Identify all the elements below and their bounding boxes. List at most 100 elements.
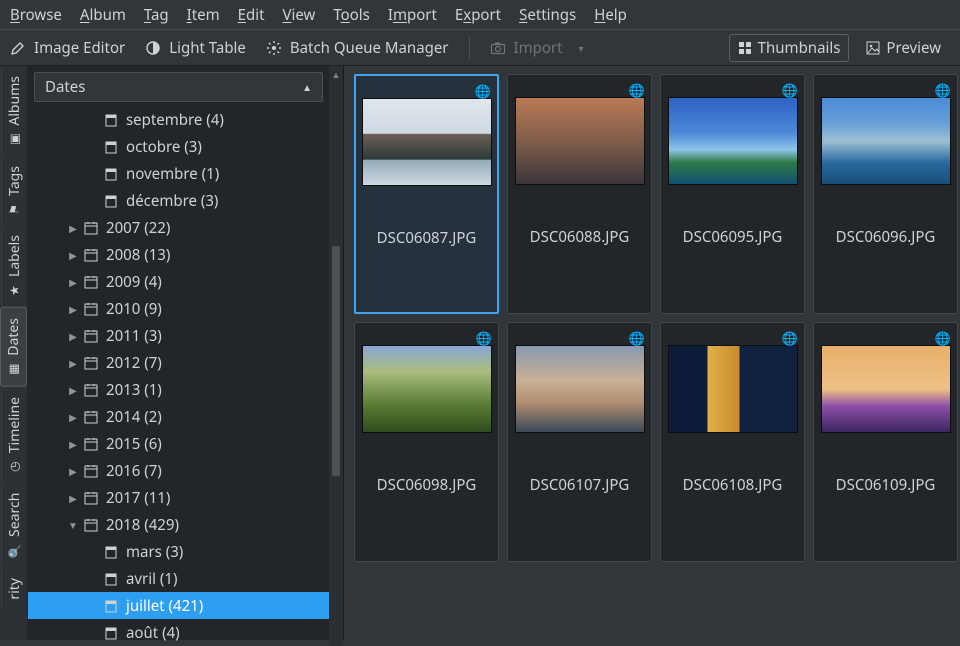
calendar-icon bbox=[84, 437, 102, 451]
tree-row[interactable]: ▶2013 (1) bbox=[28, 376, 329, 403]
tree-row[interactable]: ▶2014 (2) bbox=[28, 403, 329, 430]
menu-album[interactable]: Album bbox=[80, 5, 126, 25]
thumbnails-toggle[interactable]: Thumbnails bbox=[729, 34, 850, 62]
rail-tab-albums[interactable]: ▣Albums bbox=[1, 66, 27, 156]
rail-tab-tags[interactable]: ⚑Tags bbox=[1, 156, 27, 226]
tree-row[interactable]: ▶ 2015 (6) bbox=[28, 430, 329, 457]
tree-label: 2018 (429) bbox=[106, 515, 179, 535]
expander-icon[interactable]: ▶ bbox=[66, 356, 80, 370]
expander-icon[interactable]: ▶ bbox=[66, 410, 80, 424]
sidebar-header[interactable]: Dates ▲ bbox=[34, 72, 323, 102]
tree-row[interactable]: ▶ 2009 (4) bbox=[28, 268, 329, 295]
thumbnail-cell[interactable]: 🌐DSC06087.JPG bbox=[354, 74, 499, 314]
menu-tag[interactable]: Tag bbox=[144, 5, 169, 25]
expander-icon[interactable]: ▶ bbox=[66, 437, 80, 451]
dates-tree[interactable]: septembre (4)octobre (3)novembre (1)déce… bbox=[28, 104, 329, 646]
tree-label: 2009 (4) bbox=[106, 272, 162, 292]
thumbnail-filename: DSC06107.JPG bbox=[530, 475, 630, 495]
thumbnail-image bbox=[515, 97, 645, 185]
menu-settings[interactable]: Settings bbox=[519, 5, 576, 25]
tree-row[interactable]: ▶2010 (9) bbox=[28, 295, 329, 322]
globe-icon: 🌐 bbox=[629, 81, 645, 99]
batch-queue-button[interactable]: Batch Queue Manager bbox=[266, 38, 449, 58]
image-editor-button[interactable]: Image Editor bbox=[10, 38, 125, 58]
thumbnail-cell[interactable]: 🌐DSC06108.JPG bbox=[660, 322, 805, 562]
expander-icon[interactable]: ▶ bbox=[66, 275, 80, 289]
calendar-icon bbox=[84, 302, 102, 316]
tree-label: 2016 (7) bbox=[106, 461, 162, 481]
expander-icon[interactable]: ▶ bbox=[66, 383, 80, 397]
expander-icon[interactable]: ▶ bbox=[66, 464, 80, 478]
search-icon: 🔍 bbox=[7, 543, 22, 560]
tree-row[interactable]: ▶2007 (22) bbox=[28, 214, 329, 241]
tree-row[interactable]: juillet (421) bbox=[28, 592, 329, 619]
expander-icon[interactable]: ▶ bbox=[66, 302, 80, 316]
menu-browse[interactable]: Browse bbox=[10, 5, 62, 25]
menu-tools[interactable]: Tools bbox=[333, 5, 370, 25]
menu-view[interactable]: View bbox=[283, 5, 316, 25]
calendar-icon bbox=[84, 275, 102, 289]
thumbnail-image bbox=[821, 97, 951, 185]
tree-row[interactable]: avril (1) bbox=[28, 565, 329, 592]
expander-icon[interactable]: ▶ bbox=[66, 221, 80, 235]
tree-row[interactable]: ▶2011 (3) bbox=[28, 322, 329, 349]
tree-row[interactable]: ▼ 2018 (429) bbox=[28, 511, 329, 538]
thumbnail-cell[interactable]: 🌐 DSC06088.JPG bbox=[507, 74, 652, 314]
calendar-page-icon bbox=[104, 572, 122, 586]
light-table-label: Light Table bbox=[169, 38, 246, 58]
calendar-icon bbox=[84, 410, 102, 424]
thumbnail-cell[interactable]: 🌐DSC06107.JPG bbox=[507, 322, 652, 562]
preview-label: Preview bbox=[886, 38, 941, 58]
thumbnail-image bbox=[821, 345, 951, 433]
import-button[interactable]: Import ▾ bbox=[490, 38, 584, 58]
sidebar-scrollbar[interactable]: ▲ bbox=[329, 66, 343, 646]
thumbnail-cell[interactable]: 🌐DSC06096.JPG bbox=[813, 74, 958, 314]
rail-tab-labels[interactable]: ★Labels bbox=[1, 225, 27, 307]
menu-edit[interactable]: Edit bbox=[238, 5, 265, 25]
tree-row[interactable]: septembre (4) bbox=[28, 106, 329, 133]
expander-icon[interactable]: ▶ bbox=[66, 248, 80, 262]
tree-row[interactable]: mars (3) bbox=[28, 538, 329, 565]
expander-icon[interactable]: ▶ bbox=[66, 329, 80, 343]
tree-row[interactable]: ▶2008 (13) bbox=[28, 241, 329, 268]
light-table-button[interactable]: Light Table bbox=[145, 38, 246, 58]
clock-icon: ◷ bbox=[7, 458, 21, 475]
thumbnail-filename: DSC06088.JPG bbox=[530, 227, 630, 247]
menu-help[interactable]: Help bbox=[594, 5, 627, 25]
tree-row[interactable]: août (4) bbox=[28, 619, 329, 646]
calendar-icon bbox=[84, 383, 102, 397]
thumbnail-grid[interactable]: DSC06016.JPGDSC06030.JPGDSC06043.JPGDSC0… bbox=[344, 66, 960, 640]
scroll-up-icon[interactable]: ▲ bbox=[329, 66, 343, 81]
globe-icon: 🌐 bbox=[475, 82, 491, 100]
calendar-icon bbox=[84, 248, 102, 262]
left-tab-rail: ▣Albums ⚑Tags ★Labels ▦Dates ◷Timeline 🔍… bbox=[0, 66, 28, 640]
gear-icon bbox=[266, 40, 282, 56]
rail-tab-dates[interactable]: ▦Dates bbox=[0, 307, 27, 387]
preview-toggle[interactable]: Preview bbox=[857, 34, 950, 62]
rail-tab-timeline[interactable]: ◷Timeline bbox=[1, 387, 27, 483]
tree-row[interactable]: novembre (1) bbox=[28, 160, 329, 187]
expander-icon[interactable]: ▼ bbox=[66, 518, 80, 532]
menu-export[interactable]: Export bbox=[455, 5, 501, 25]
tree-label: 2015 (6) bbox=[106, 434, 162, 454]
menu-item[interactable]: Item bbox=[187, 5, 220, 25]
tree-row[interactable]: ▶ 2016 (7) bbox=[28, 457, 329, 484]
expander-icon[interactable]: ▶ bbox=[66, 491, 80, 505]
dates-sidebar: Dates ▲ septembre (4)octobre (3)novembre… bbox=[28, 66, 344, 640]
sidebar-scroll-thumb[interactable] bbox=[332, 246, 340, 476]
calendar-page-icon bbox=[104, 599, 122, 613]
tree-row[interactable]: octobre (3) bbox=[28, 133, 329, 160]
rail-tab-search[interactable]: 🔍Search bbox=[1, 483, 27, 568]
tree-row[interactable]: ▶2017 (11) bbox=[28, 484, 329, 511]
thumbnail-cell[interactable]: 🌐DSC06098.JPG bbox=[354, 322, 499, 562]
menu-import[interactable]: Import bbox=[388, 5, 437, 25]
thumbnail-cell[interactable]: 🌐DSC06095.JPG bbox=[660, 74, 805, 314]
tree-row[interactable]: décembre (3) bbox=[28, 187, 329, 214]
toolbar-separator bbox=[469, 37, 470, 59]
sort-arrow-icon: ▲ bbox=[302, 80, 312, 94]
thumbnail-cell[interactable]: 🌐DSC06109.JPG bbox=[813, 322, 958, 562]
menubar: Browse Album Tag Item Edit View Tools Im… bbox=[0, 0, 960, 30]
rail-tab-similarity[interactable]: rity bbox=[1, 568, 27, 610]
calendar-icon bbox=[84, 491, 102, 505]
tree-row[interactable]: ▶2012 (7) bbox=[28, 349, 329, 376]
